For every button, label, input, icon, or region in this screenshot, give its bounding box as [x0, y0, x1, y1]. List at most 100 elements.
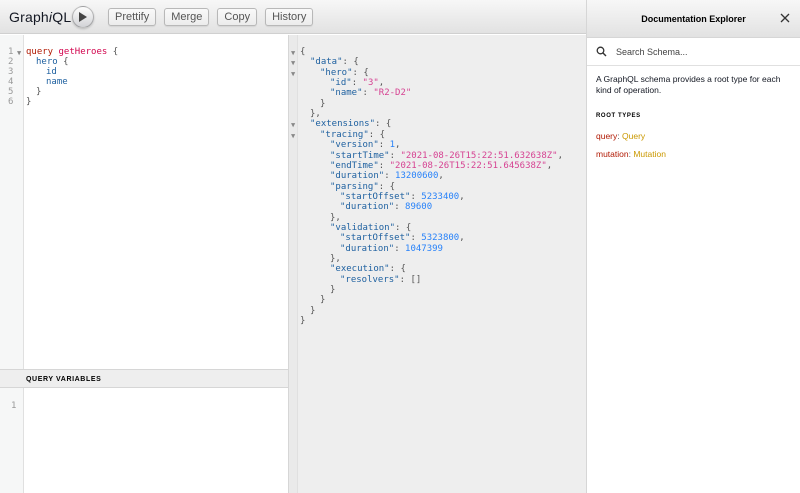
json-token: "startTime"	[330, 150, 390, 161]
result-line: "duration": 89600	[340, 202, 432, 212]
result-viewer[interactable]: ▼{▼ "data": {▼ "hero": {"id": "3", "name": …	[288, 35, 586, 493]
type-link[interactable]: Query	[622, 131, 645, 141]
merge-button[interactable]: Merge	[164, 7, 210, 26]
result-line: }	[320, 99, 325, 109]
json-token: "duration"	[340, 202, 395, 213]
line-number: 4	[8, 77, 14, 87]
json-token: "endTime"	[330, 160, 379, 171]
json-token: :	[410, 191, 422, 202]
root-type-query: query: Query	[596, 131, 791, 141]
docs-description: A GraphQL schema provides a root type fo…	[596, 74, 781, 95]
json-token: "id"	[330, 78, 352, 89]
json-token: ,	[459, 233, 465, 244]
json-token: "validation"	[330, 222, 396, 233]
result-line: "endTime": "2021-08-26T15:22:51.645638Z"…	[330, 161, 552, 171]
result-line: "parsing": {	[330, 182, 395, 192]
result-line: "extensions": {	[310, 119, 391, 129]
result-line: },	[330, 254, 341, 264]
json-token: "tracing"	[320, 129, 369, 140]
title-prefix: Graph	[9, 8, 49, 25]
result-line: "startOffset": 5233400,	[340, 192, 465, 202]
line-number: 3	[8, 67, 14, 77]
json-token: "data"	[310, 57, 343, 68]
json-token: :	[378, 160, 390, 171]
json-token: :	[378, 140, 390, 151]
query-variables-header[interactable]: QUERY VARIABLES	[0, 369, 288, 388]
result-line: "duration": 1047399	[340, 244, 443, 254]
prettify-button[interactable]: Prettify	[108, 7, 157, 26]
fold-arrow-icon[interactable]: ▼	[17, 48, 21, 58]
json-token: "duration"	[330, 171, 385, 182]
json-token: "2021-08-26T15:22:51.632638Z"	[400, 150, 558, 161]
close-icon[interactable]	[780, 13, 790, 23]
root-types-title: ROOT TYPES	[596, 113, 641, 119]
line-number: 6	[8, 97, 14, 107]
json-token: "2021-08-26T15:22:51.645638Z"	[389, 160, 547, 171]
json-token: ,	[546, 160, 553, 171]
json-token: 89600	[405, 202, 433, 213]
fold-arrow-icon[interactable]: ▼	[291, 69, 295, 79]
json-token: "hero"	[320, 67, 353, 78]
result-line: "startOffset": 5323800,	[340, 233, 465, 243]
query-keyword: query	[26, 47, 54, 57]
field-hero: hero	[36, 57, 58, 67]
execute-query-button[interactable]	[72, 5, 94, 28]
json-token: },	[310, 109, 321, 120]
result-line: "execution": {	[330, 264, 406, 274]
fold-arrow-icon[interactable]: ▼	[291, 120, 295, 130]
json-token: "version"	[330, 140, 379, 151]
json-token: ,	[459, 191, 465, 202]
play-icon	[79, 11, 87, 22]
result-line: "data": {	[310, 57, 359, 67]
result-line: "id": "3",	[330, 78, 384, 88]
json-token: 5233400	[421, 191, 460, 202]
root-type-mutation: mutation: Mutation	[596, 149, 791, 159]
json-token: "parsing"	[330, 181, 379, 192]
fold-arrow-icon[interactable]: ▼	[291, 58, 295, 68]
line-number: 5	[8, 87, 14, 97]
json-token: }	[310, 305, 316, 316]
result-line: "tracing": {	[320, 130, 385, 140]
history-button[interactable]: History	[265, 7, 314, 26]
query-variables-editor[interactable]: 1	[0, 388, 288, 493]
field-id: id	[46, 67, 57, 77]
result-line: "version": 1,	[330, 140, 400, 150]
json-token: : {	[389, 264, 406, 275]
json-token: :	[389, 150, 401, 161]
json-token: : {	[375, 119, 392, 130]
json-token: "duration"	[340, 243, 395, 254]
json-token: 13200600	[395, 171, 439, 182]
copy-button[interactable]: Copy	[217, 7, 258, 26]
json-token: "R2-D2"	[373, 88, 412, 99]
code-line: query getHeroes {	[26, 47, 118, 57]
json-token: 1047399	[405, 243, 443, 254]
fold-arrow-icon[interactable]: ▼	[291, 131, 295, 141]
line-number: 1	[11, 401, 17, 411]
json-token: :	[351, 78, 363, 89]
result-line: },	[330, 213, 341, 223]
query-editor[interactable]: 1 ▼ 2 3 4 5 6 query getHeroes { hero { i…	[0, 35, 288, 369]
json-token: },	[330, 254, 341, 264]
brace: }	[26, 97, 32, 107]
json-token: }	[300, 316, 306, 327]
brace: }	[36, 87, 42, 97]
search-input[interactable]	[616, 46, 776, 57]
result-line: "name": "R2-D2"	[330, 88, 411, 98]
result-line: {	[300, 47, 305, 57]
json-token: {	[300, 47, 306, 57]
json-token: : {	[342, 57, 359, 68]
json-token: "resolvers"	[340, 274, 400, 285]
json-token: :	[410, 233, 422, 244]
result-line: }	[300, 316, 305, 326]
json-token: :	[394, 243, 406, 254]
root-field: mutation	[596, 149, 629, 159]
json-token: :	[384, 171, 396, 182]
json-token: ,	[395, 140, 401, 151]
fold-arrow-icon[interactable]: ▼	[291, 48, 295, 58]
code-line: hero {	[36, 57, 69, 67]
type-link[interactable]: Mutation	[633, 149, 666, 159]
json-token: }	[330, 285, 336, 296]
json-token: ,	[438, 171, 444, 182]
json-token: : {	[368, 129, 386, 140]
json-token: "execution"	[330, 264, 390, 275]
